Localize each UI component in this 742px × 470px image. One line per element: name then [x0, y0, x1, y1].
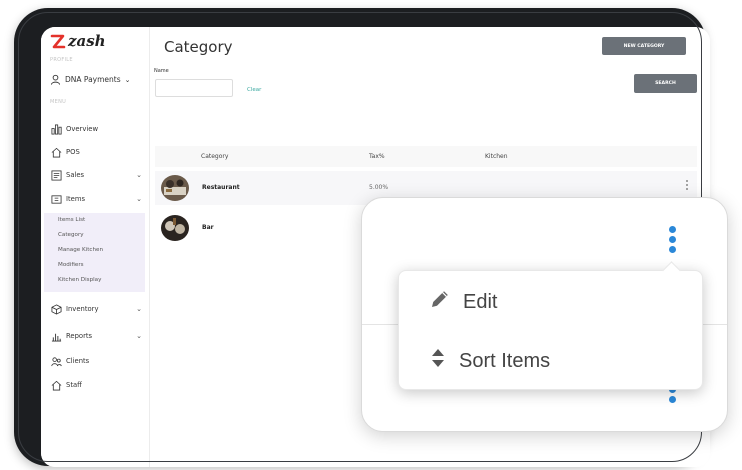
edit-label: Edit — [463, 290, 498, 313]
more-options-icon[interactable] — [669, 226, 677, 256]
sort-items-label: Sort Items — [459, 349, 551, 372]
sidebar-item-label: Reports — [66, 332, 93, 340]
sidebar-item-label: Staff — [66, 381, 82, 389]
submenu-item-modifiers[interactable]: Modifiers — [58, 262, 84, 268]
submenu-item-manage-kitchen[interactable]: Manage Kitchen — [58, 247, 103, 253]
category-name: Restaurant — [202, 184, 240, 191]
users-icon — [50, 355, 62, 367]
column-header-tax[interactable]: Tax% — [369, 153, 385, 160]
list-icon — [50, 169, 62, 181]
chevron-down-icon: ⌄ — [136, 171, 142, 179]
category-thumbnail — [161, 175, 189, 201]
column-header-category[interactable]: Category — [201, 153, 228, 160]
row-context-menu: Edit Sort Items — [398, 261, 703, 390]
grid-icon — [50, 193, 62, 205]
account-switcher[interactable]: DNA Payments ⌄ — [50, 74, 131, 85]
submenu-item-category[interactable]: Category — [58, 232, 84, 238]
column-header-kitchen[interactable]: Kitchen — [485, 153, 508, 160]
chart-bars-icon — [50, 123, 62, 135]
chevron-down-icon: ⌄ — [136, 332, 142, 340]
zash-logo-icon — [50, 34, 66, 48]
brand-name: zash — [68, 32, 106, 50]
sidebar-item-items[interactable]: Items ⌄ — [50, 193, 142, 205]
section-caption-profile: PROFILE — [50, 57, 73, 63]
sidebar-item-reports[interactable]: Reports ⌄ — [50, 330, 142, 342]
submenu-item-items-list[interactable]: Items List — [58, 217, 85, 223]
name-filter-input[interactable] — [155, 79, 233, 97]
category-thumbnail — [161, 215, 189, 241]
section-caption-menu: MENU — [50, 99, 67, 105]
sidebar-item-label: POS — [66, 148, 80, 156]
edit-menu-item[interactable]: Edit — [429, 288, 497, 316]
search-button[interactable]: SEARCH — [634, 74, 697, 93]
sidebar-item-pos[interactable]: POS — [50, 146, 142, 158]
sort-items-menu-item[interactable]: Sort Items — [429, 347, 550, 375]
user-icon — [50, 74, 61, 85]
name-filter-label: Name — [154, 68, 169, 74]
sidebar-item-staff[interactable]: Staff — [50, 379, 142, 391]
submenu-item-kitchen-display[interactable]: Kitchen Display — [58, 277, 101, 283]
chevron-down-icon: ⌄ — [124, 75, 131, 84]
home-icon — [50, 379, 62, 391]
sidebar-item-sales[interactable]: Sales ⌄ — [50, 169, 142, 181]
sidebar-item-clients[interactable]: Clients — [50, 355, 142, 367]
sidebar-item-label: Clients — [66, 357, 90, 365]
sidebar-item-overview[interactable]: Overview — [50, 123, 142, 135]
brand-logo[interactable]: zash — [50, 32, 106, 50]
bar-chart-icon — [50, 330, 62, 342]
category-tax: 5.00% — [369, 184, 389, 191]
pencil-icon — [429, 288, 451, 316]
sidebar-item-label: Sales — [66, 171, 85, 179]
chevron-down-icon: ⌄ — [136, 305, 142, 313]
items-submenu: Items List Category Manage Kitchen Modif… — [44, 213, 145, 292]
account-name: DNA Payments — [65, 75, 121, 84]
home-icon — [50, 146, 62, 158]
sidebar: zash PROFILE DNA Payments ⌄ MENU Overvie… — [41, 27, 150, 467]
sidebar-item-label: Items — [66, 195, 86, 203]
category-name: Bar — [202, 224, 214, 231]
sort-icon — [429, 347, 447, 375]
page-title: Category — [164, 38, 233, 56]
clear-filter-link[interactable]: Clear — [247, 87, 261, 93]
sidebar-item-label: Inventory — [66, 305, 99, 313]
chevron-down-icon: ⌄ — [136, 195, 142, 203]
row-actions-icon[interactable] — [686, 180, 689, 192]
sidebar-item-label: Overview — [66, 125, 98, 133]
new-category-button[interactable]: NEW CATEGORY — [602, 37, 686, 55]
sidebar-item-inventory[interactable]: Inventory ⌄ — [50, 303, 142, 315]
box-icon — [50, 303, 62, 315]
table-header: Category Tax% Kitchen — [155, 146, 697, 167]
